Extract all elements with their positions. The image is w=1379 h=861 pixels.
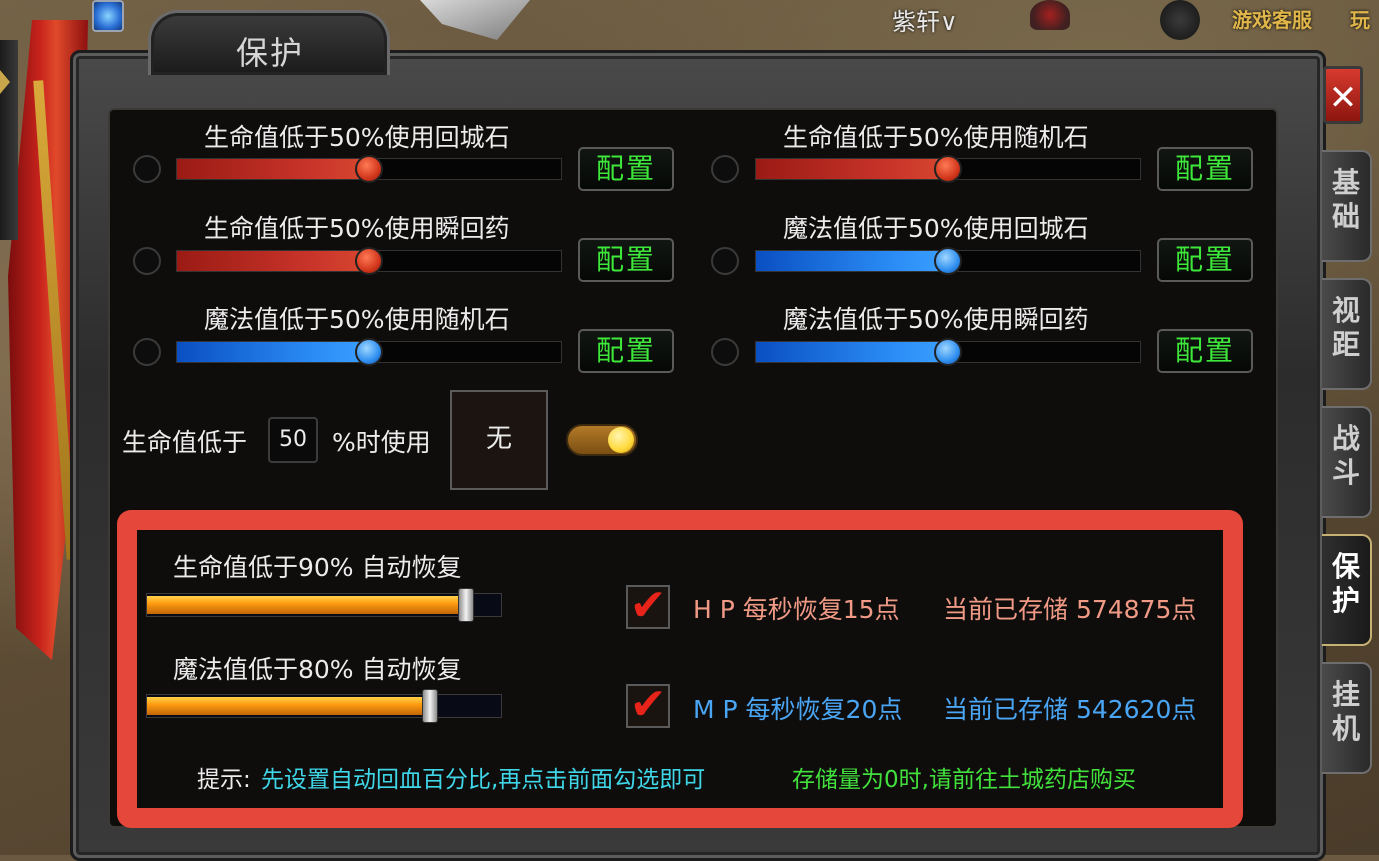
- slider-knob[interactable]: [934, 155, 962, 183]
- slider-fill: [177, 251, 369, 271]
- protect-slider[interactable]: [755, 247, 1141, 275]
- config-button[interactable]: 配置: [1157, 147, 1253, 191]
- protect-row-label: 魔法值低于50%使用随机石: [204, 305, 510, 334]
- tab-label: 基础: [1331, 166, 1360, 233]
- custom-use-label: %时使用: [332, 428, 431, 457]
- protect-row-radio[interactable]: [711, 247, 739, 275]
- protect-row-label: 生命值低于50%使用回城石: [204, 123, 510, 152]
- tab-basic[interactable]: 基础: [1322, 150, 1372, 262]
- config-button[interactable]: 配置: [1157, 238, 1253, 282]
- hp-rate-text: H P 每秒恢复15点: [693, 595, 900, 624]
- hp-percent-input[interactable]: 50: [268, 417, 318, 463]
- tab-combat[interactable]: 战斗: [1322, 406, 1372, 518]
- customer-service-link[interactable]: 游戏客服: [1232, 4, 1312, 33]
- tab-view-distance[interactable]: 视距: [1322, 278, 1372, 390]
- slider-fill: [147, 697, 431, 715]
- protect-row-radio[interactable]: [711, 155, 739, 183]
- hp-recover-slider[interactable]: [146, 588, 502, 622]
- item-slot[interactable]: 无: [450, 390, 548, 490]
- arrow-icon: [0, 70, 10, 94]
- slider-knob[interactable]: [934, 247, 962, 275]
- window-title: 保护: [236, 34, 305, 72]
- tip-instruction: 先设置自动回血百分比,再点击前面勾选即可: [261, 767, 706, 793]
- slider-knob[interactable]: [934, 338, 962, 366]
- slider-handle[interactable]: [457, 588, 474, 622]
- tip-prefix: 提示:: [197, 767, 251, 793]
- gem-icon: [92, 0, 124, 32]
- hp-auto-checkbox[interactable]: ✔: [626, 584, 670, 629]
- protect-row-radio[interactable]: [711, 338, 739, 366]
- slider-knob[interactable]: [355, 247, 383, 275]
- config-button[interactable]: 配置: [1157, 329, 1253, 373]
- mp-rate-text: M P 每秒恢复20点: [693, 695, 903, 724]
- mp-auto-checkbox[interactable]: ✔: [626, 683, 670, 728]
- mp-recover-slider[interactable]: [146, 689, 502, 723]
- slider-fill: [756, 342, 948, 362]
- protect-slider[interactable]: [176, 247, 562, 275]
- config-button[interactable]: 配置: [578, 329, 674, 373]
- tab-label: 保护: [1331, 550, 1360, 617]
- custom-hp-label: 生命值低于: [122, 428, 248, 457]
- protect-slider[interactable]: [176, 155, 562, 183]
- toggle-knob: [608, 427, 634, 453]
- tip-warning: 存储量为0时,请前往土城药店购买: [792, 767, 1136, 793]
- slider-handle[interactable]: [422, 689, 439, 723]
- slider-fill: [177, 342, 369, 362]
- protect-slider[interactable]: [755, 155, 1141, 183]
- top-menu-cut-link[interactable]: 玩: [1350, 4, 1370, 33]
- slider-knob[interactable]: [355, 155, 383, 183]
- slider-fill: [147, 596, 466, 614]
- protect-row-label: 魔法值低于50%使用回城石: [783, 214, 1089, 243]
- config-button[interactable]: 配置: [578, 147, 674, 191]
- mp-stored-text: 当前已存储 542620点: [943, 695, 1197, 724]
- checkmark-icon: ✔: [629, 679, 667, 730]
- hp-stored-text: 当前已存储 574875点: [943, 595, 1197, 624]
- tab-auto-hunt[interactable]: 挂机: [1322, 662, 1372, 774]
- tab-label: 视距: [1331, 294, 1360, 361]
- player-name-dropdown[interactable]: 紫轩∨: [892, 2, 958, 37]
- slider-fill: [756, 159, 948, 179]
- config-button[interactable]: 配置: [578, 238, 674, 282]
- slider-knob[interactable]: [355, 338, 383, 366]
- protect-row-radio[interactable]: [133, 247, 161, 275]
- tab-protect[interactable]: 保护: [1322, 534, 1372, 646]
- slider-fill: [177, 159, 369, 179]
- tab-label: 战斗: [1331, 422, 1360, 489]
- protect-row-label: 生命值低于50%使用随机石: [783, 123, 1089, 152]
- close-button[interactable]: ✕: [1323, 66, 1363, 124]
- custom-use-toggle[interactable]: [566, 424, 638, 456]
- npc-figure: [1030, 0, 1070, 30]
- protect-row-radio[interactable]: [133, 338, 161, 366]
- tab-label: 挂机: [1331, 678, 1360, 745]
- close-icon: ✕: [1328, 78, 1358, 118]
- protect-slider[interactable]: [176, 338, 562, 366]
- slider-fill: [756, 251, 948, 271]
- mp-auto-recover-label: 魔法值低于80% 自动恢复: [173, 655, 462, 684]
- protect-row-label: 魔法值低于50%使用瞬回药: [783, 305, 1089, 334]
- protect-row-radio[interactable]: [133, 155, 161, 183]
- protect-row-label: 生命值低于50%使用瞬回药: [204, 214, 510, 243]
- protect-slider[interactable]: [755, 338, 1141, 366]
- checkmark-icon: ✔: [629, 580, 667, 631]
- npc-figure: [1160, 0, 1200, 40]
- hp-auto-recover-label: 生命值低于90% 自动恢复: [173, 553, 462, 582]
